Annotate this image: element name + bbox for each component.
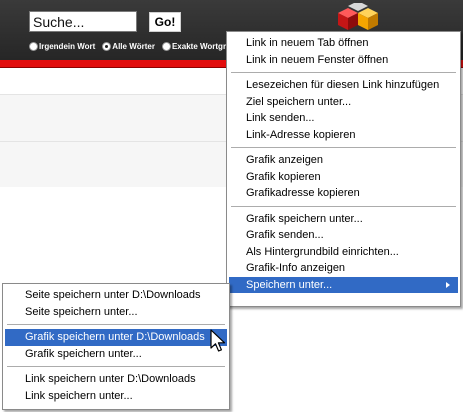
radio-button[interactable] — [29, 41, 38, 51]
mouse-pointer-icon — [210, 329, 226, 352]
menu-item-open-link-new-window[interactable]: Link in neuem Fenster öffnen — [229, 52, 458, 69]
radio-button[interactable] — [161, 41, 171, 51]
radio-option-exact-phrase[interactable]: Exakte Wortgr — [161, 41, 227, 51]
radio-label: Alle Wörter — [112, 41, 155, 51]
menu-item-view-image[interactable]: Grafik anzeigen — [229, 152, 458, 169]
menu-item-copy-image[interactable]: Grafik kopieren — [229, 169, 458, 186]
cube-logo-icon — [338, 3, 378, 30]
go-button[interactable]: Go! — [149, 12, 181, 32]
search-mode-options: Irgendein Wort Alle Wörter Exakte Wortgr — [29, 39, 229, 53]
menu-item-copy-link-address[interactable]: Link-Adresse kopieren — [229, 127, 458, 144]
menu-item-label: Speichern unter... — [246, 278, 333, 291]
menu-separator — [7, 324, 225, 325]
menu-separator — [231, 205, 456, 207]
menu-separator — [7, 366, 225, 367]
triangle-right-icon — [446, 281, 450, 288]
radio-option-any-word[interactable]: Irgendein Wort — [29, 41, 96, 51]
menu-item-set-as-background[interactable]: Als Hintergrundbild einrichten... — [229, 244, 458, 261]
context-menu: Link in neuem Tab öffnen Link in neuem F… — [226, 31, 461, 307]
menu-item-save-image-as[interactable]: Grafik speichern unter... — [229, 211, 458, 228]
menu-item-bookmark-link[interactable]: Lesezeichen für diesen Link hinzufügen — [229, 77, 458, 94]
menu-item-image-info[interactable]: Grafik-Info anzeigen — [229, 260, 458, 277]
menu-item-send-link[interactable]: Link senden... — [229, 110, 458, 127]
menu-item-save-as-submenu[interactable]: Speichern unter... — [229, 276, 458, 293]
submenu-item-save-page-as[interactable]: Seite speichern unter... — [5, 304, 227, 321]
menu-separator — [231, 72, 456, 73]
submenu-item-save-page-downloads[interactable]: Seite speichern unter D:\Downloads — [5, 287, 227, 304]
menu-item-open-link-new-tab[interactable]: Link in neuem Tab öffnen — [229, 35, 458, 52]
submenu-item-save-image-downloads[interactable]: Grafik speichern unter D:\Downloads — [5, 329, 227, 346]
menu-item-send-image[interactable]: Grafik senden... — [229, 227, 458, 244]
menu-item-save-link-target[interactable]: Ziel speichern unter... — [229, 94, 458, 111]
menu-separator — [231, 147, 456, 148]
submenu-item-save-link-as[interactable]: Link speichern unter... — [5, 388, 227, 405]
submenu-item-save-link-downloads[interactable]: Link speichern unter D:\Downloads — [5, 371, 227, 388]
radio-label: Irgendein Wort — [39, 41, 96, 51]
submenu-item-save-image-as[interactable]: Grafik speichern unter... — [5, 346, 227, 363]
radio-button-checked[interactable] — [102, 41, 112, 51]
radio-option-all-words[interactable]: Alle Wörter — [102, 41, 155, 51]
radio-label: Exakte Wortgr — [171, 41, 227, 51]
menu-item-copy-image-address[interactable]: Grafikadresse kopieren — [229, 185, 458, 202]
search-input[interactable] — [29, 11, 137, 32]
save-submenu: Seite speichern unter D:\Downloads Seite… — [2, 283, 230, 410]
